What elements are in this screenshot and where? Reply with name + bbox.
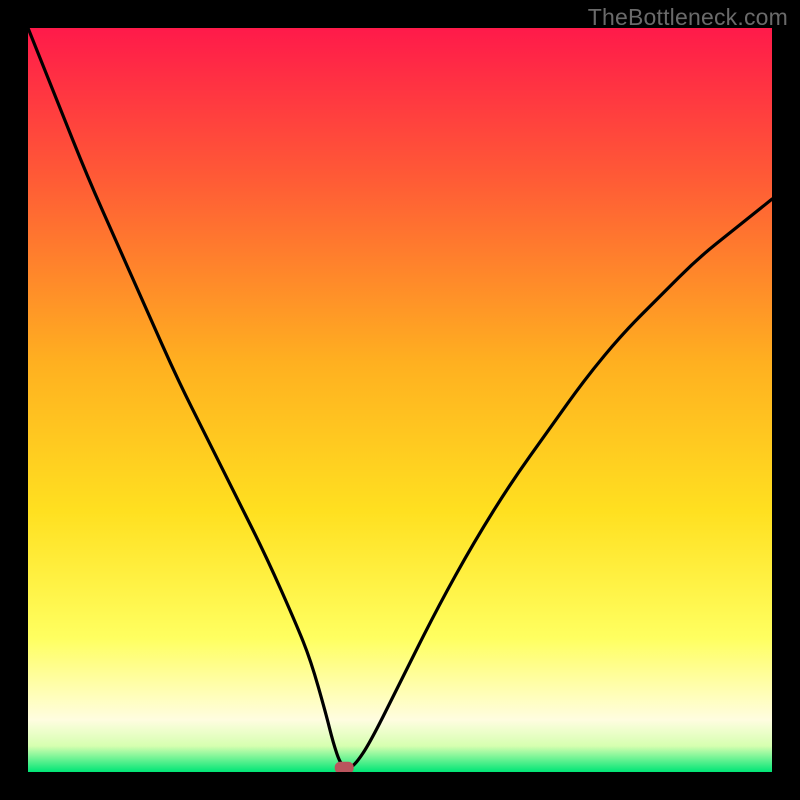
bottleneck-chart xyxy=(28,28,772,772)
chart-frame xyxy=(28,28,772,772)
watermark-text: TheBottleneck.com xyxy=(588,4,788,31)
chart-background xyxy=(28,28,772,772)
optimal-marker xyxy=(335,762,353,772)
